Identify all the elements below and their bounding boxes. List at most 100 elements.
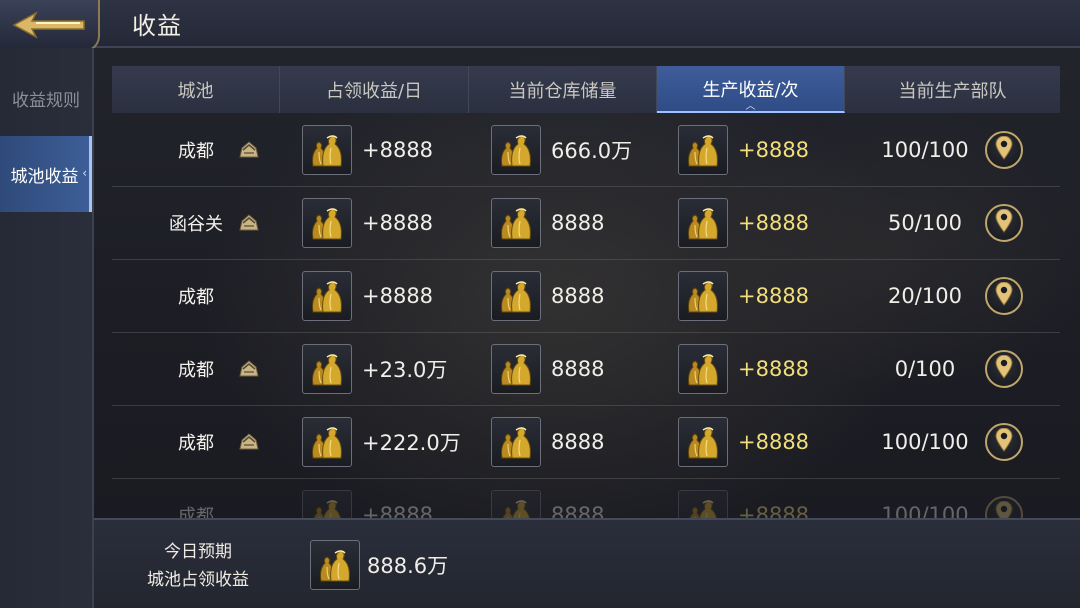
rank-badge-icon: [238, 358, 260, 378]
city-name: 函谷关: [169, 214, 223, 235]
troops-cell: 0/100: [845, 333, 1005, 405]
produce-income-value: +8888: [738, 357, 810, 381]
gold-sack-icon: [678, 417, 728, 467]
troops-cell: 100/100: [845, 114, 1005, 186]
column-label: 占领收益/日: [325, 80, 423, 102]
gold-sack-icon: [302, 490, 352, 518]
occupy-income-cell: +8888: [302, 479, 492, 518]
map-pin-icon: [994, 500, 1014, 518]
occupy-income-value: +8888: [362, 211, 434, 235]
storage-value: 8888: [551, 503, 605, 518]
troops-value: 20/100: [888, 284, 962, 308]
expected-income-label: 今日预期 城池占领收益: [128, 538, 268, 594]
table-row: 函谷关 +8888 8888 +8888 50/100: [112, 187, 1060, 260]
produce-income-value: +8888: [738, 211, 810, 235]
gold-sack-icon: [491, 417, 541, 467]
occupy-income-cell: +8888: [302, 187, 492, 259]
column-header-storage[interactable]: 当前仓库储量: [469, 66, 657, 113]
occupy-income-cell: +8888: [302, 114, 492, 186]
back-button[interactable]: [0, 0, 100, 52]
produce-income-value: +8888: [738, 138, 810, 162]
gold-sack-icon: [491, 271, 541, 321]
rank-badge-icon: [238, 212, 260, 232]
label-line: 今日预期: [164, 542, 232, 562]
side-nav: 收益规则 城池收益 ‹: [0, 48, 94, 608]
gold-sack-icon: [678, 198, 728, 248]
storage-cell: 8888: [491, 187, 681, 259]
produce-income-cell: +8888: [678, 333, 868, 405]
gold-sack-icon: [678, 490, 728, 518]
nav-item-income-rules[interactable]: 收益规则: [0, 60, 92, 136]
locate-button[interactable]: [985, 423, 1023, 461]
city-name: 成都: [178, 433, 214, 454]
column-label: 生产收益/次: [702, 79, 799, 101]
top-bar: 收益: [0, 0, 1080, 52]
column-header-occupy-income[interactable]: 占领收益/日: [280, 66, 469, 113]
troops-value: 100/100: [881, 430, 969, 454]
label-line: 城池占领收益: [147, 570, 249, 590]
table-row: 成都 +222.0万 8888 +8888 100/100: [112, 406, 1060, 479]
storage-cell: 666.0万: [491, 114, 681, 186]
city-name: 成都: [178, 360, 214, 381]
troops-value: 100/100: [881, 138, 969, 162]
occupy-income-cell: +23.0万: [302, 333, 492, 405]
troops-value: 100/100: [881, 503, 969, 518]
produce-income-value: +8888: [738, 503, 810, 518]
table-header: 城池 占领收益/日 当前仓库储量 生产收益/次 ︿ 当前生产部队: [112, 66, 1060, 113]
storage-cell: 8888: [491, 479, 681, 518]
storage-cell: 8888: [491, 260, 681, 332]
table-row: 成都 +23.0万 8888 +8888 0/100: [112, 333, 1060, 406]
gold-sack-icon: [302, 125, 352, 175]
occupy-income-cell: +8888: [302, 260, 492, 332]
storage-cell: 8888: [491, 406, 681, 478]
troops-cell: 100/100: [845, 406, 1005, 478]
locate-button[interactable]: [985, 350, 1023, 388]
troops-value: 50/100: [888, 211, 962, 235]
locate-button[interactable]: [985, 277, 1023, 315]
column-label: 城池: [177, 80, 214, 102]
sort-caret-icon: ︿: [745, 101, 756, 112]
nav-item-label: 收益规则: [12, 90, 80, 111]
occupy-income-cell: +222.0万: [302, 406, 492, 478]
column-header-troops[interactable]: 当前生产部队: [845, 66, 1060, 113]
city-cell: 成都: [112, 479, 280, 518]
occupy-income-value: +8888: [362, 138, 434, 162]
gold-sack-icon: [302, 417, 352, 467]
troops-cell: 50/100: [845, 187, 1005, 259]
troops-cell: 20/100: [845, 260, 1005, 332]
city-name: 成都: [178, 141, 214, 162]
locate-button[interactable]: [985, 131, 1023, 169]
storage-value: 8888: [551, 284, 605, 308]
map-pin-icon: [994, 354, 1014, 383]
troops-cell: 100/100: [845, 479, 1005, 518]
troops-value: 0/100: [894, 357, 956, 381]
storage-value: 8888: [551, 211, 605, 235]
gold-sack-icon: [491, 344, 541, 394]
expected-income-value: 888.6万: [367, 554, 449, 578]
map-pin-icon: [994, 135, 1014, 164]
footer-summary: 今日预期 城池占领收益 888.6万: [94, 518, 1080, 608]
column-header-produce-income[interactable]: 生产收益/次 ︿: [657, 66, 845, 113]
produce-income-value: +8888: [738, 284, 810, 308]
gold-sack-icon: [302, 271, 352, 321]
produce-income-value: +8888: [738, 430, 810, 454]
city-name: 成都: [178, 506, 214, 518]
gold-sack-icon: [491, 125, 541, 175]
city-cell: 成都: [112, 260, 280, 332]
column-header-city[interactable]: 城池: [112, 66, 280, 113]
gold-sack-icon: [678, 344, 728, 394]
column-label: 当前生产部队: [898, 80, 1007, 102]
locate-button[interactable]: [985, 204, 1023, 242]
nav-item-city-income[interactable]: 城池收益 ‹: [0, 136, 92, 212]
produce-income-cell: +8888: [678, 114, 868, 186]
storage-value: 8888: [551, 357, 605, 381]
produce-income-cell: +8888: [678, 406, 868, 478]
rank-badge-icon: [238, 431, 260, 451]
column-label: 当前仓库储量: [508, 80, 617, 102]
storage-value: 666.0万: [551, 139, 633, 163]
gold-sack-icon: [491, 490, 541, 518]
back-arrow-icon: [12, 11, 85, 39]
table-row: 成都 +8888 8888 +8888 100/100: [112, 479, 1060, 518]
occupy-income-value: +8888: [362, 503, 434, 518]
map-pin-icon: [994, 427, 1014, 456]
